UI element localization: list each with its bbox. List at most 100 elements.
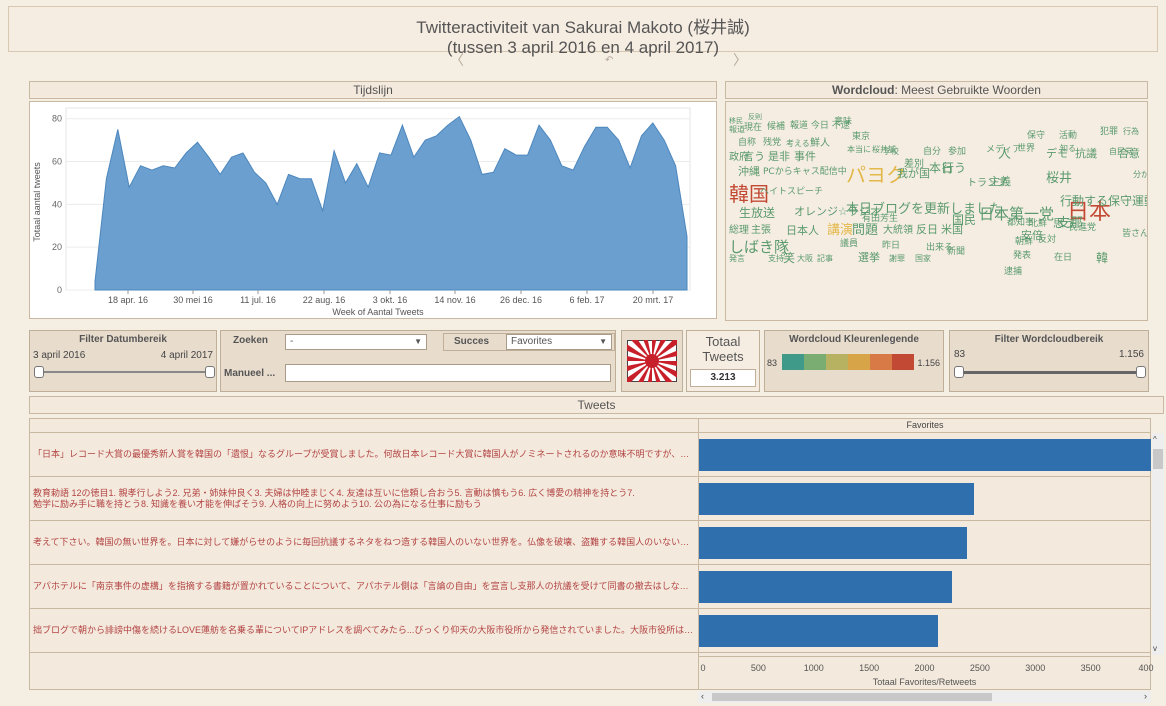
- wordcloud-word[interactable]: 在日: [1054, 254, 1072, 263]
- wordcloud-word[interactable]: 世界: [1017, 145, 1035, 154]
- total-tweets-value: 3.213: [690, 369, 756, 387]
- nav-prev-icon[interactable]: 〈: [450, 50, 464, 70]
- tweet-row[interactable]: アパホテルに「南京事件の虚構」を指摘する書籍が置かれていることについて、アパホテ…: [29, 565, 698, 609]
- wordcloud-word[interactable]: 自称: [738, 139, 756, 148]
- scroll-left-icon[interactable]: ‹: [701, 691, 704, 701]
- nav-undo-icon[interactable]: ↶: [605, 55, 613, 66]
- wordcloud-word[interactable]: ヘイトスピーチ: [760, 188, 823, 197]
- wordcloud-word[interactable]: 考える: [786, 140, 810, 148]
- horizontal-scroll-thumb[interactable]: [712, 693, 992, 701]
- wordcloud-word[interactable]: 反則: [748, 114, 762, 121]
- tweet-row[interactable]: 教育勅語 12の徳目1. 親孝行しよう2. 兄弟・姉妹仲良く3. 夫婦は仲睦まじ…: [29, 477, 698, 521]
- wordcloud-word[interactable]: 講演: [827, 224, 853, 237]
- wordcloud-word[interactable]: 本日: [929, 162, 953, 174]
- wordcloud-slider-track[interactable]: [960, 371, 1140, 374]
- wordcloud-word[interactable]: PCからキャス配信中: [763, 168, 847, 177]
- wordcloud-word[interactable]: 大阪: [797, 255, 813, 263]
- wordcloud-slider-min-handle[interactable]: [954, 366, 964, 378]
- favorites-bar[interactable]: [699, 615, 939, 647]
- wordcloud-word[interactable]: 保守: [1027, 132, 1045, 141]
- wordcloud-word[interactable]: 問題: [852, 224, 878, 237]
- wordcloud-word[interactable]: 現在: [744, 124, 762, 133]
- wordcloud-word[interactable]: 韓: [1096, 252, 1108, 264]
- wordcloud-word[interactable]: 昨日: [882, 242, 900, 251]
- timeline-svg: 0 20 40 60 80 18 apr. 16 30 mei 16 11 jul. 16 22…: [32, 107, 691, 317]
- wordcloud-word[interactable]: 主義: [989, 176, 1011, 187]
- favorites-bar[interactable]: [699, 483, 974, 515]
- wordcloud-word[interactable]: 笑: [783, 252, 795, 264]
- wordcloud-word[interactable]: 東京: [852, 133, 870, 142]
- x-tick-label: 11 jul. 16: [240, 295, 276, 305]
- wordcloud-word[interactable]: 議員: [840, 240, 858, 249]
- wordcloud-word[interactable]: 是非: [768, 151, 790, 162]
- wordcloud-word[interactable]: 意味: [834, 118, 852, 127]
- wordcloud-word[interactable]: 発言: [729, 255, 745, 263]
- wordcloud-word[interactable]: 言う: [743, 151, 765, 162]
- wordcloud-word[interactable]: 発表: [1013, 252, 1031, 261]
- wordcloud-word[interactable]: 沖縄: [738, 166, 760, 177]
- wordcloud-word[interactable]: 主張: [751, 226, 771, 236]
- wordcloud-word[interactable]: 総理: [729, 226, 749, 236]
- favorites-bar[interactable]: [699, 571, 952, 603]
- wordcloud-word[interactable]: 活動: [1059, 132, 1077, 141]
- scroll-right-icon[interactable]: ›: [1144, 691, 1147, 701]
- wordcloud-word[interactable]: 行為: [1123, 128, 1139, 136]
- manual-input[interactable]: [285, 364, 611, 382]
- wordcloud-word[interactable]: 学校: [883, 148, 899, 156]
- wordcloud-word[interactable]: 反日: [916, 224, 938, 235]
- horizontal-scrollbar[interactable]: ‹ ›: [698, 691, 1151, 703]
- wordcloud-word[interactable]: 安倍: [1021, 230, 1043, 241]
- wordcloud-word[interactable]: 人: [998, 148, 1011, 161]
- success-dropdown[interactable]: Favorites ▼: [506, 334, 612, 350]
- wordcloud-word[interactable]: 事件: [794, 151, 816, 162]
- wordcloud-word[interactable]: 移民: [729, 118, 743, 125]
- wordcloud-word[interactable]: 鮮人: [810, 139, 830, 149]
- wordcloud-range-panel: Filter Wordcloudbereik 83 1.156: [949, 330, 1149, 392]
- wordcloud-word[interactable]: 新聞: [947, 248, 965, 257]
- wordcloud-word[interactable]: 逮捕: [1004, 268, 1022, 277]
- wordcloud-word[interactable]: 謝罪: [889, 255, 905, 263]
- wordcloud-word[interactable]: 生放送: [739, 207, 775, 219]
- wordcloud-word[interactable]: 支持: [768, 255, 784, 263]
- wordcloud-word[interactable]: 知る: [1060, 145, 1076, 153]
- date-slider-start-handle[interactable]: [34, 366, 44, 378]
- wordcloud-word[interactable]: 分かる: [1133, 171, 1147, 179]
- wordcloud-word[interactable]: 国家: [915, 255, 931, 263]
- wordcloud-word[interactable]: 大統領: [883, 226, 913, 236]
- wordcloud-word[interactable]: 北鮮: [1029, 220, 1047, 229]
- date-slider-track[interactable]: [38, 371, 210, 373]
- favorites-axis-tick: 3000: [1025, 663, 1046, 673]
- vertical-scroll-thumb[interactable]: [1153, 449, 1163, 469]
- wordcloud-word[interactable]: 候補: [767, 123, 785, 132]
- wordcloud-word[interactable]: 自分: [923, 148, 941, 157]
- wordcloud-word[interactable]: 参加: [948, 148, 966, 157]
- wordcloud-word[interactable]: 選挙: [858, 252, 880, 263]
- wordcloud-word[interactable]: 民進党: [1069, 224, 1096, 233]
- wordcloud-word[interactable]: 差別: [904, 160, 924, 170]
- favorites-bar[interactable]: [699, 439, 1151, 471]
- wordcloud-word[interactable]: 皆さん: [1122, 230, 1147, 239]
- vertical-scrollbar[interactable]: ^ v: [1152, 433, 1164, 655]
- wordcloud-word[interactable]: 残党: [763, 139, 781, 148]
- scroll-up-icon[interactable]: ^: [1153, 435, 1157, 444]
- wordcloud-word[interactable]: 桜井: [1046, 172, 1072, 185]
- wordcloud-slider-max-handle[interactable]: [1136, 366, 1146, 378]
- search-dropdown[interactable]: - ▼: [285, 334, 427, 350]
- wordcloud-word[interactable]: 日本人: [786, 225, 819, 236]
- wordcloud-word[interactable]: 報道: [729, 126, 745, 134]
- wordcloud-word[interactable]: 自民党: [1109, 148, 1133, 156]
- scroll-down-icon[interactable]: v: [1153, 644, 1157, 653]
- wordcloud-word[interactable]: 行動する保守運動: [1060, 195, 1147, 207]
- wordcloud-word[interactable]: 米国: [941, 224, 963, 235]
- wordcloud-word[interactable]: 抗議: [1075, 148, 1097, 159]
- favorites-bar[interactable]: [699, 527, 967, 559]
- nav-next-icon[interactable]: 〉: [733, 50, 747, 70]
- date-slider-end-handle[interactable]: [205, 366, 215, 378]
- tweet-row[interactable]: 拙ブログで朝から誹謗中傷を続けるLOVE蓮舫を名乗る輩についてIPアドレスを調べ…: [29, 609, 698, 653]
- wordcloud-word[interactable]: 犯罪: [1100, 128, 1118, 137]
- wordcloud-word[interactable]: 記事: [817, 255, 833, 263]
- wordcloud-word[interactable]: しばき隊: [729, 240, 789, 255]
- wordcloud-word[interactable]: 本当に: [847, 146, 871, 154]
- tweet-row[interactable]: 「日本」レコード大賞の最優秀新人賞を韓国の「遺恨」なるグループが受賞しました。何…: [29, 433, 698, 477]
- tweet-row[interactable]: 考えて下さい。韓国の無い世界を。日本に対して嫌がらせのように毎回抗議するネタをね…: [29, 521, 698, 565]
